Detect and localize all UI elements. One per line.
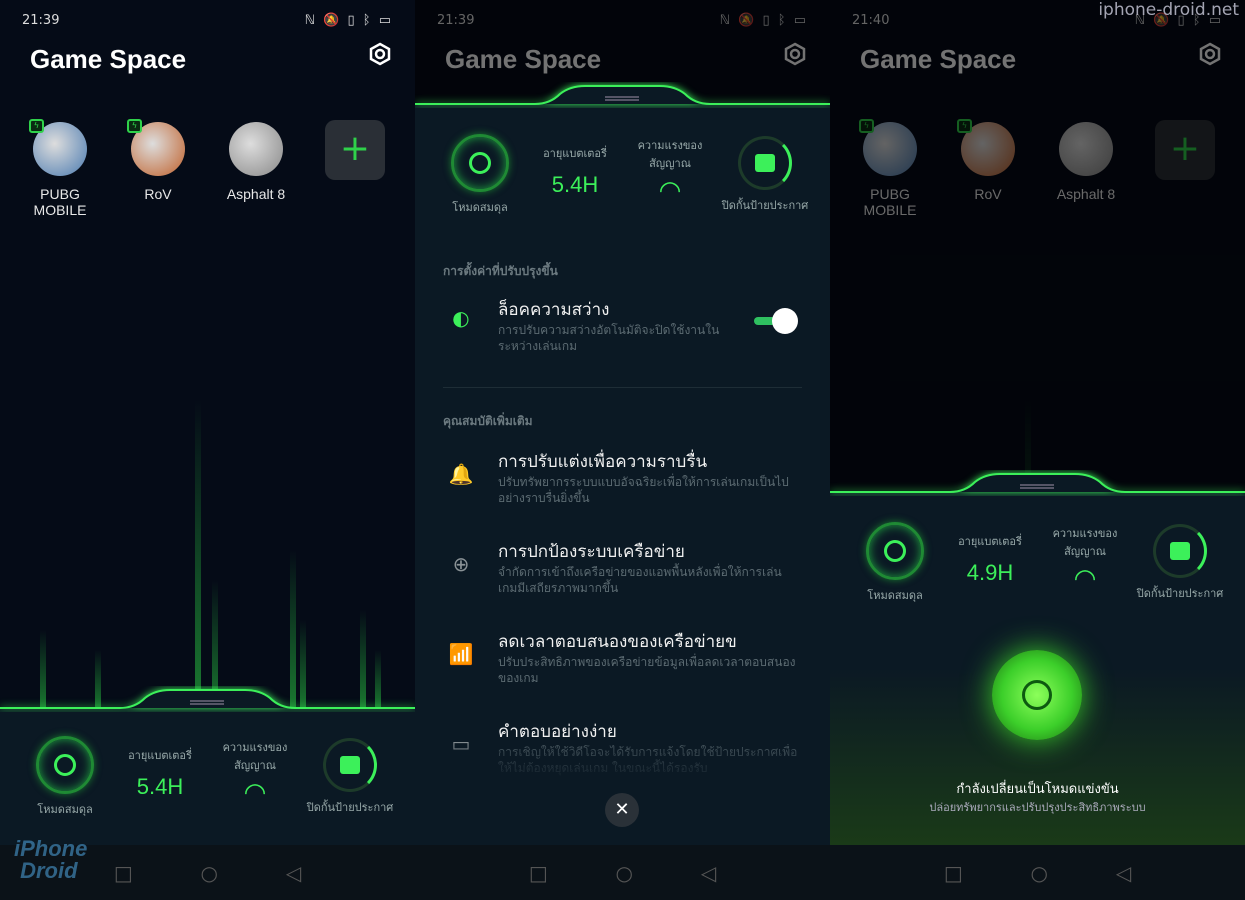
logo: iPhone Droid	[14, 836, 88, 883]
game-item[interactable]: Asphalt 8	[216, 122, 296, 202]
quick-stats: โหมดสมดุล อายุแบตเตอรี่ 4.9H ความแรงของสั…	[830, 522, 1245, 612]
drag-handle[interactable]	[605, 96, 639, 101]
block-label: ปิดกั้นป้ายประกาศ	[721, 199, 809, 212]
signal-label: ความแรงของสัญญาณ	[1052, 527, 1118, 558]
wifi-icon: ◠	[658, 176, 682, 206]
home-button[interactable]: ○	[201, 861, 218, 885]
feature-title: ลดเวลาตอบสนองของเครือข่ายข	[498, 632, 737, 652]
boost-badge-icon: ϟ	[29, 119, 44, 133]
speedometer-icon	[36, 736, 94, 794]
signal-label: ความแรงของสัญญาณ	[637, 139, 703, 170]
feature-item[interactable]: 🔔 การปรับแต่งเพื่อความราบรื่นปรับทรัพยากร…	[443, 448, 802, 528]
recent-apps-button[interactable]: □	[944, 861, 963, 885]
mode-button[interactable]: โหมดสมดุล	[30, 736, 100, 818]
battery-value: 5.4H	[551, 172, 599, 197]
feature-item[interactable]: ⊕ การปกป้องระบบเครือข่ายจำกัดการเข้าถึงเค…	[443, 538, 802, 618]
home-button[interactable]: ○	[1031, 861, 1048, 885]
block-label: ปิดกั้นป้ายประกาศ	[1136, 587, 1224, 600]
feature-title: การปกป้องระบบเครือข่าย	[498, 542, 685, 562]
watermark: iphone-droid.net	[1098, 0, 1239, 20]
game-icon: ϟ	[127, 119, 185, 176]
feature-desc: ปรับประสิทธิภาพของเครือข่ายข้อมูลเพื่อลด…	[498, 655, 796, 685]
switching-title: กำลังเปลี่ยนเป็นโหมดแข่งขัน	[956, 782, 1119, 797]
status-bar: 21:39 ℕ 🔕 ▯ ᛒ ▭	[22, 10, 393, 30]
navigation-bar: □ ○ ◁	[415, 845, 830, 900]
settings-gear-icon[interactable]	[368, 42, 392, 66]
navigation-bar: □ ○ ◁	[830, 845, 1245, 900]
game-icon	[229, 122, 283, 176]
brightness-lock-item[interactable]: ◐ ล็อคความสว่างการปรับความสว่างอัตโนมัติจ…	[443, 296, 802, 366]
section-header: คุณสมบัติเพิ่มเติม	[443, 414, 533, 428]
game-icon: ϟ	[29, 119, 87, 176]
mode-label: โหมดสมดุล	[452, 201, 508, 214]
mode-button[interactable]: โหมดสมดุล	[860, 522, 930, 604]
block-banner-icon	[738, 136, 792, 190]
mode-button[interactable]: โหมดสมดุล	[445, 134, 515, 216]
feature-title: การปรับแต่งเพื่อความราบรื่น	[498, 452, 708, 472]
status-icons: ℕ 🔕 ▯ ᛒ ▭	[304, 12, 393, 28]
switching-subtitle: ปล่อยทรัพยากรและปรับปรุงประสิทธิภาพระบบ	[929, 801, 1146, 814]
back-button[interactable]: ◁	[1116, 861, 1131, 885]
block-notifications-button[interactable]: ปิดกั้นป้ายประกาศ	[715, 136, 815, 214]
brightness-lock-toggle[interactable]	[754, 308, 798, 334]
screen-1: 21:39 ℕ 🔕 ▯ ᛒ ▭ Game Space ϟ PUBG MOBILE ϟ R…	[0, 0, 415, 900]
brightness-icon: ◐	[452, 306, 470, 330]
feature-title: ล็อคความสว่าง	[498, 300, 610, 320]
page-title: Game Space	[30, 44, 187, 74]
quick-stats: โหมดสมดุล อายุแบตเตอรี่ 5.4H ความแรงของสั…	[415, 134, 830, 224]
speedometer-icon	[866, 522, 924, 580]
back-button[interactable]: ◁	[286, 861, 301, 885]
mode-label: โหมดสมดุล	[37, 803, 93, 816]
drag-handle[interactable]	[190, 700, 224, 705]
game-name: RoV	[144, 186, 172, 202]
feature-desc: จำกัดการเข้าถึงเครือข่ายของแอพพื้นหลังเพ…	[498, 565, 782, 595]
close-button[interactable]: ✕	[605, 793, 639, 827]
quick-stats: โหมดสมดุล อายุแบตเตอรี่ 5.4H ความแรงของสั…	[0, 736, 415, 826]
boost-badge-icon: ϟ	[127, 119, 142, 133]
battery-value: 5.4H	[136, 774, 184, 799]
mode-label: โหมดสมดุล	[867, 589, 923, 602]
signal-label: ความแรงของสัญญาณ	[222, 741, 288, 772]
divider	[443, 387, 802, 388]
home-button[interactable]: ○	[616, 861, 633, 885]
signal-boost-icon: 📶	[448, 642, 474, 666]
block-banner-icon	[323, 738, 377, 792]
screen-2: 21:39ℕ 🔕 ▯ ᛒ ▭ Game Space ϟPUBG MOBILEϟR…	[415, 0, 830, 900]
sheet-edge	[830, 473, 1245, 493]
battery-label: อายุแบตเตอรี่	[128, 749, 192, 762]
back-button[interactable]: ◁	[701, 861, 716, 885]
drag-handle[interactable]	[1020, 484, 1054, 489]
game-name: PUBG MOBILE	[33, 186, 87, 218]
block-label: ปิดกั้นป้ายประกาศ	[306, 801, 394, 814]
recent-apps-button[interactable]: □	[114, 861, 133, 885]
battery-label: อายุแบตเตอรี่	[958, 535, 1022, 548]
block-banner-icon	[1153, 524, 1207, 578]
battery-label: อายุแบตเตอรี่	[543, 147, 607, 160]
feature-desc: ปรับทรัพยากรระบบแบบอัจฉริยะเพื่อให้การเล…	[498, 475, 789, 505]
globe-icon: ⊕	[452, 552, 470, 576]
bell-icon: 🔔	[448, 462, 474, 486]
feature-item[interactable]: 📶 ลดเวลาตอบสนองของเครือข่ายขปรับประสิทธิภ…	[443, 628, 802, 708]
game-name: Asphalt 8	[226, 186, 286, 202]
wifi-icon: ◠	[1073, 564, 1097, 594]
battery-value: 4.9H	[966, 560, 1014, 585]
feature-desc: การปรับความสว่างอัตโนมัติจะปิดใช้งานในระ…	[498, 323, 720, 353]
bottom-sheet[interactable]: โหมดสมดุล อายุแบตเตอรี่ 5.4H ความแรงของสั…	[0, 689, 415, 845]
recent-apps-button[interactable]: □	[529, 861, 548, 885]
sheet-edge	[0, 689, 415, 709]
mode-switch-orb	[992, 650, 1082, 740]
sheet-edge	[415, 85, 830, 105]
block-notifications-button[interactable]: ปิดกั้นป้ายประกาศ	[1130, 524, 1230, 602]
section-header: การตั้งค่าที่ปรับปรุงขึ้น	[443, 264, 558, 278]
add-game-button[interactable]: +	[325, 120, 385, 180]
game-item[interactable]: ϟ RoV	[118, 119, 198, 202]
block-notifications-button[interactable]: ปิดกั้นป้ายประกาศ	[300, 738, 400, 816]
wifi-icon: ◠	[243, 778, 267, 808]
game-item[interactable]: ϟ PUBG MOBILE	[20, 119, 100, 218]
clock: 21:39	[22, 12, 60, 28]
speedometer-icon	[451, 134, 509, 192]
screen-3: 21:40ℕ 🔕 ▯ ᛒ ▭ Game Space ϟPUBG MOBILEϟR…	[830, 0, 1245, 900]
